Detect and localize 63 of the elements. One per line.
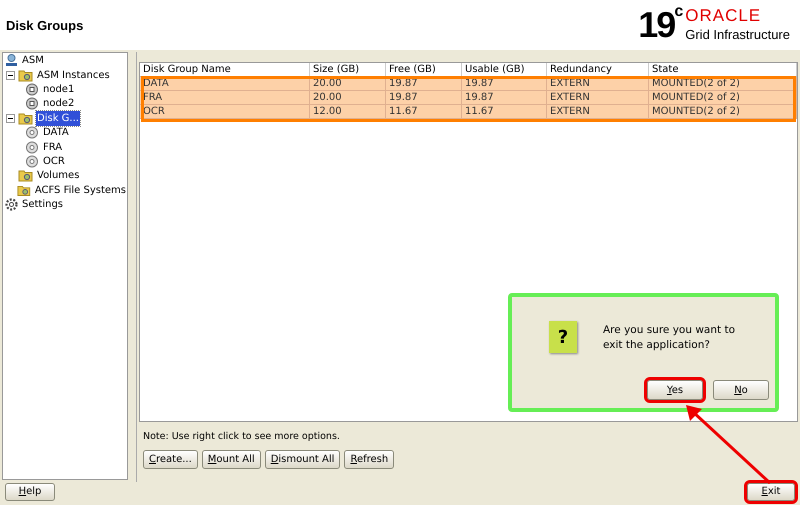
column-header[interactable]: Size (GB) — [310, 62, 386, 76]
help-button[interactable]: Help — [5, 482, 55, 501]
table-cell: 19.87 — [386, 76, 462, 90]
server-disk-icon — [25, 83, 39, 96]
action-button[interactable]: Dismount All — [264, 450, 340, 469]
server-disk-icon — [25, 97, 39, 110]
dialog-button[interactable]: No — [713, 380, 769, 400]
question-icon: ? — [549, 321, 577, 353]
table-cell: 19.87 — [462, 76, 547, 90]
table-cell: 11.67 — [386, 104, 462, 118]
column-header[interactable]: Free (GB) — [386, 62, 462, 76]
product-name: Grid Infrastructure — [685, 26, 790, 44]
tree-item[interactable]: ASM Instances — [36, 68, 111, 83]
collapse-icon[interactable] — [6, 114, 15, 123]
tree-item[interactable]: Disk G... — [36, 110, 80, 126]
collapse-icon[interactable] — [6, 70, 15, 80]
table-cell: 11.67 — [462, 104, 547, 118]
folder-icon — [17, 184, 31, 197]
disk-icon — [25, 126, 39, 140]
tree-item[interactable]: DATA — [42, 125, 70, 140]
dialog-message: Are you sure you want to exit the application? — [603, 323, 736, 353]
table-cell: EXTERN — [547, 104, 649, 118]
brand-logo: ORACLE — [685, 7, 762, 25]
table-cell: 20.00 — [310, 90, 386, 104]
column-header[interactable]: Disk Group Name — [140, 62, 310, 76]
table-cell: FRA — [140, 90, 310, 104]
action-button[interactable]: Refresh — [344, 450, 394, 469]
exit-button[interactable]: Exit — [747, 482, 795, 501]
table-cell: OCR — [140, 104, 310, 118]
table-cell: 19.87 — [462, 90, 547, 104]
table-cell: DATA — [140, 76, 310, 90]
column-header[interactable]: Redundancy — [547, 62, 649, 76]
folder-icon — [18, 169, 33, 182]
tree-item[interactable]: node2 — [42, 96, 76, 112]
tree-item[interactable]: ACFS File Systems — [34, 182, 127, 198]
table-cell: 19.87 — [386, 90, 462, 104]
action-button[interactable]: Mount All — [202, 450, 261, 469]
table-cell: EXTERN — [547, 76, 649, 90]
dialog-button[interactable]: Yes — [647, 380, 703, 400]
tree-item[interactable]: Settings — [21, 197, 64, 212]
table-row[interactable]: FRA 20.00 19.87 19.87 EXTERN MOUNTED(2 of 2) — [140, 90, 797, 105]
table-cell: EXTERN — [547, 90, 649, 104]
column-header[interactable]: Usable (GB) — [462, 62, 547, 76]
folder-icon — [18, 68, 33, 82]
tree-item[interactable]: ASM — [21, 53, 45, 68]
table-cell: 12.00 — [310, 104, 386, 118]
tree-item[interactable]: Volumes — [36, 168, 80, 184]
folder-icon — [18, 112, 33, 125]
table-cell: MOUNTED(2 of 2) — [649, 104, 797, 118]
disk-icon — [25, 140, 39, 154]
window-title: Disk Groups — [6, 17, 84, 35]
table-cell: 20.00 — [310, 76, 386, 90]
action-button[interactable]: Create... — [143, 450, 198, 469]
tree-item[interactable]: OCR — [42, 154, 66, 170]
note-text: Note: Use right click to see more options. — [143, 430, 341, 444]
version-label: 19$^{c}$ — [638, 7, 682, 43]
tree-item[interactable]: FRA — [42, 140, 64, 155]
gear-icon — [5, 198, 18, 212]
disk-icon — [25, 155, 39, 168]
tree-item[interactable]: node1 — [42, 82, 76, 98]
table-cell: MOUNTED(2 of 2) — [649, 90, 797, 104]
column-header[interactable]: State — [649, 62, 797, 76]
table-row[interactable]: OCR 12.00 11.67 11.67 EXTERN MOUNTED(2 of 2) — [140, 104, 797, 119]
